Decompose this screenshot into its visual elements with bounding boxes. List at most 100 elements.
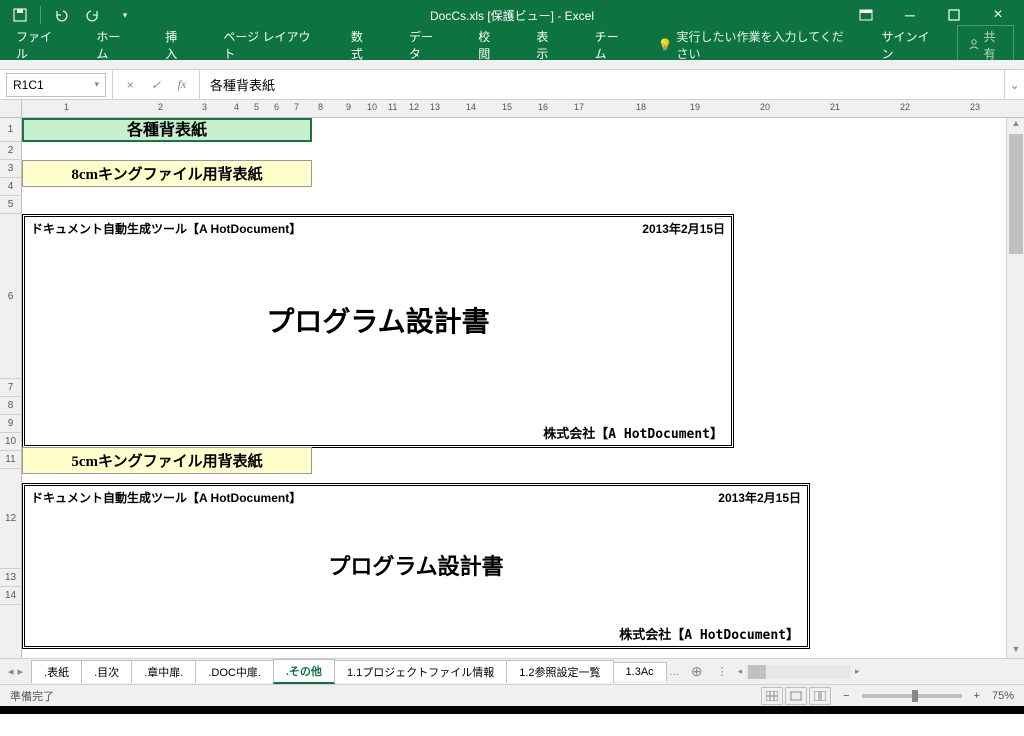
- doc-tool-name: ドキュメント自動生成ツール【A HotDocument】: [31, 489, 301, 506]
- row-hdr[interactable]: 13: [0, 569, 21, 587]
- ribbon-display-options-icon[interactable]: [848, 3, 884, 27]
- col-tick: 8: [318, 102, 323, 112]
- row-hdr[interactable]: 2: [0, 142, 21, 160]
- scroll-down-icon[interactable]: ▼: [1009, 644, 1023, 658]
- scroll-right-icon[interactable]: ▸: [855, 666, 860, 677]
- zoom-out-button[interactable]: −: [843, 690, 849, 702]
- zoom-thumb[interactable]: [912, 690, 918, 702]
- sheet-tab[interactable]: .章中扉.: [131, 660, 196, 683]
- zoom-in-button[interactable]: +: [974, 690, 980, 702]
- row-hdr[interactable]: 10: [0, 433, 21, 451]
- sheet-tab[interactable]: 1.3Ac: [613, 662, 667, 681]
- col-tick: 20: [760, 102, 770, 112]
- tab-nav-next-icon[interactable]: ▸: [18, 665, 24, 678]
- minimize-button[interactable]: ─: [892, 3, 928, 27]
- sheet-tab[interactable]: 1.2参照設定一覧: [506, 660, 613, 683]
- zoom-slider[interactable]: [862, 694, 962, 698]
- tab-team[interactable]: チーム: [589, 24, 634, 66]
- row-hdr[interactable]: 8: [0, 397, 21, 415]
- view-pagelayout-icon[interactable]: [785, 687, 807, 705]
- tab-insert[interactable]: 挿入: [159, 24, 193, 66]
- scroll-left-icon[interactable]: ◂: [738, 666, 743, 677]
- tab-review[interactable]: 校閲: [472, 24, 506, 66]
- column-ruler[interactable]: 1 2 3 4 5 6 7 8 9 10 11 12 13 14 15 16 1…: [22, 100, 1024, 117]
- sheet-tab[interactable]: .目次: [81, 660, 132, 683]
- row-hdr[interactable]: 5: [0, 196, 21, 214]
- col-tick: 16: [538, 102, 548, 112]
- add-sheet-icon[interactable]: ⊕: [683, 663, 711, 680]
- doc-box-8cm[interactable]: ドキュメント自動生成ツール【A HotDocument】 2013年2月15日 …: [22, 214, 734, 448]
- undo-icon[interactable]: [49, 3, 73, 27]
- tab-file[interactable]: ファイル: [10, 24, 66, 66]
- formula-input[interactable]: 各種背表紙: [200, 75, 1004, 94]
- maximize-button[interactable]: [936, 3, 972, 27]
- cell-title-green[interactable]: 各種背表紙: [22, 118, 312, 142]
- name-box-dropdown-icon[interactable]: ▾: [94, 79, 99, 90]
- tab-home[interactable]: ホーム: [90, 24, 135, 66]
- row-hdr[interactable]: 12: [0, 469, 21, 569]
- tab-nav-prev-icon[interactable]: ◂: [8, 665, 14, 678]
- doc-company: 株式会社【A HotDocument】: [25, 621, 807, 646]
- formula-expand-icon[interactable]: ⌄: [1004, 70, 1024, 99]
- status-ready: 準備完了: [10, 688, 54, 704]
- row-hdr[interactable]: 14: [0, 587, 21, 605]
- close-button[interactable]: ×: [980, 3, 1016, 27]
- cell-label-5cm[interactable]: 5cmキングファイル用背表紙: [22, 447, 312, 474]
- row-hdr[interactable]: 3: [0, 160, 21, 178]
- zoom-level[interactable]: 75%: [992, 690, 1014, 702]
- enter-formula-icon[interactable]: ✓: [147, 78, 165, 92]
- row-hdr[interactable]: 4: [0, 178, 21, 196]
- doc-box-5cm[interactable]: ドキュメント自動生成ツール【A HotDocument】 2013年2月15日 …: [22, 483, 810, 649]
- person-icon: [968, 38, 980, 53]
- row-hdr[interactable]: 6: [0, 214, 21, 379]
- col-tick: 14: [466, 102, 476, 112]
- tab-pagelayout[interactable]: ページ レイアウト: [217, 24, 320, 66]
- doc-tool-name: ドキュメント自動生成ツール【A HotDocument】: [31, 220, 301, 237]
- col-tick: 9: [346, 102, 351, 112]
- share-label: 共有: [984, 28, 1003, 62]
- tab-view[interactable]: 表示: [530, 24, 564, 66]
- cancel-formula-icon[interactable]: ×: [121, 78, 139, 92]
- fx-icon[interactable]: fx: [173, 77, 191, 92]
- col-tick: 4: [234, 102, 239, 112]
- tell-me-box[interactable]: 💡 実行したい作業を入力してください: [657, 28, 851, 62]
- view-normal-icon[interactable]: [761, 687, 783, 705]
- view-pagebreak-icon[interactable]: [809, 687, 831, 705]
- row-hdr[interactable]: 1: [0, 118, 21, 142]
- cell-grid[interactable]: 各種背表紙 8cmキングファイル用背表紙 ドキュメント自動生成ツール【A Hot…: [22, 118, 1006, 658]
- name-box[interactable]: R1C1 ▾: [6, 73, 106, 97]
- doc-company: 株式会社【A HotDocument】: [25, 420, 731, 445]
- row-headers[interactable]: 1 2 3 4 5 6 7 8 9 10 11 12 13 14: [0, 118, 22, 658]
- sheet-tab[interactable]: 1.1プロジェクトファイル情報: [334, 660, 507, 683]
- row-hdr[interactable]: 11: [0, 451, 21, 469]
- col-tick: 1: [64, 102, 69, 112]
- horizontal-scrollbar[interactable]: ◂ ▸: [734, 665, 864, 679]
- sheet-tab-active[interactable]: .その他: [273, 659, 335, 684]
- col-tick: 11: [388, 102, 397, 112]
- tab-overflow-icon[interactable]: ⋮: [711, 665, 734, 678]
- qat-separator: [40, 6, 41, 24]
- vertical-scroll-thumb[interactable]: [1009, 134, 1023, 254]
- qat-customize-icon[interactable]: ▾: [113, 3, 137, 27]
- signin-link[interactable]: サインイン: [876, 24, 941, 66]
- share-button[interactable]: 共有: [957, 25, 1014, 65]
- cell-label-8cm[interactable]: 8cmキングファイル用背表紙: [22, 160, 312, 187]
- select-all-corner[interactable]: [0, 100, 22, 117]
- row-hdr[interactable]: 9: [0, 415, 21, 433]
- col-tick: 3: [202, 102, 207, 112]
- tab-data[interactable]: データ: [403, 24, 448, 66]
- scroll-up-icon[interactable]: ▲: [1009, 118, 1023, 132]
- sheet-tab[interactable]: .DOC中扉.: [195, 660, 274, 683]
- tell-me-label: 実行したい作業を入力してください: [676, 28, 851, 62]
- col-tick: 10: [367, 102, 377, 112]
- redo-icon[interactable]: [81, 3, 105, 27]
- tab-formulas[interactable]: 数式: [345, 24, 379, 66]
- col-tick: 12: [409, 102, 419, 112]
- save-icon[interactable]: [8, 3, 32, 27]
- vertical-scrollbar[interactable]: ▲ ▼: [1006, 118, 1024, 658]
- horizontal-scroll-thumb[interactable]: [748, 665, 766, 679]
- sheet-tab[interactable]: .表紙: [31, 660, 82, 683]
- sheet-tab-more[interactable]: ...: [666, 666, 683, 678]
- col-tick: 2: [158, 102, 163, 112]
- row-hdr[interactable]: 7: [0, 379, 21, 397]
